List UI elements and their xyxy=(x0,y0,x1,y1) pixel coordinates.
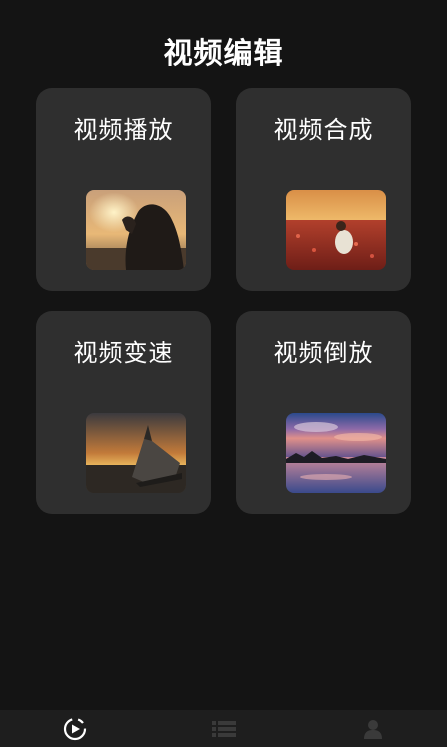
card-label: 视频播放 xyxy=(73,116,174,144)
card-video-play[interactable]: 视频播放 xyxy=(36,88,211,291)
card-video-compose[interactable]: 视频合成 xyxy=(236,88,411,291)
tab-video[interactable] xyxy=(0,710,149,747)
user-icon xyxy=(363,719,382,739)
video-edit-screen: 视频编辑 视频播放 视频合成 视频变速 视频倒放 xyxy=(0,0,447,747)
flower-field-thumbnail xyxy=(286,190,386,270)
play-circle-icon xyxy=(63,717,86,740)
tab-list[interactable] xyxy=(149,710,298,747)
page-title: 视频编辑 xyxy=(163,36,284,70)
card-video-speed[interactable]: 视频变速 xyxy=(36,311,211,514)
girl-sunset-thumbnail xyxy=(86,190,186,270)
tab-profile[interactable] xyxy=(298,710,447,747)
card-label: 视频合成 xyxy=(273,116,374,144)
card-label: 视频倒放 xyxy=(273,339,374,367)
list-icon xyxy=(211,720,236,737)
shipwreck-thumbnail xyxy=(86,413,186,493)
lake-sunset-thumbnail xyxy=(286,413,386,493)
bottom-tab-bar xyxy=(0,710,447,747)
card-video-reverse[interactable]: 视频倒放 xyxy=(236,311,411,514)
card-label: 视频变速 xyxy=(73,339,174,367)
